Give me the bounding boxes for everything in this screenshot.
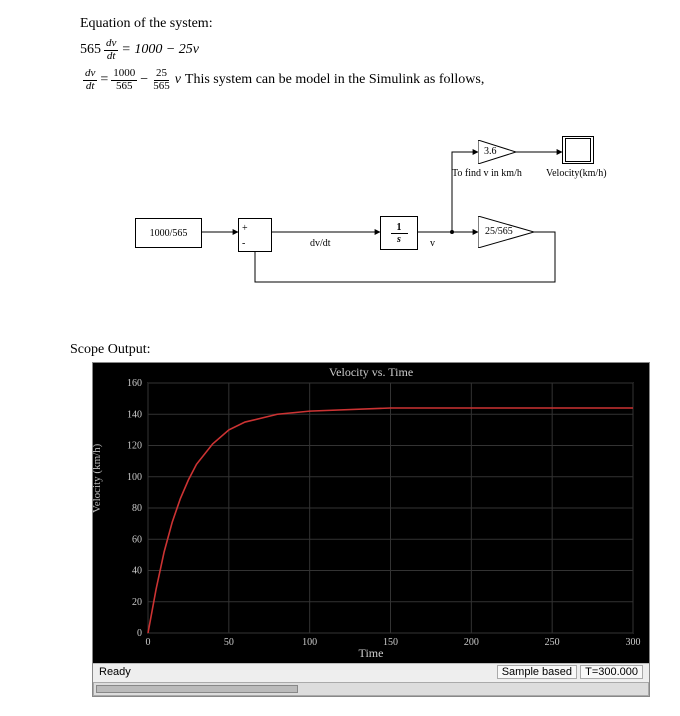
eq1-rhs: = 1000 − 25v bbox=[121, 42, 199, 58]
eq2-t2-num: 25 bbox=[154, 68, 169, 81]
block-scope bbox=[562, 136, 594, 164]
scope-plot-area: Velocity vs. Time Velocity (km/h) Time 0… bbox=[93, 363, 649, 663]
svg-text:0: 0 bbox=[146, 637, 151, 648]
svg-text:140: 140 bbox=[127, 409, 142, 420]
eq2-left-num: dv bbox=[83, 68, 97, 81]
svg-text:100: 100 bbox=[127, 472, 142, 483]
equation-2: dv dt = 1000 565 − 25 565 v This system … bbox=[80, 68, 660, 92]
integrator-num: 1 bbox=[391, 222, 408, 234]
eq1-frac-den: dt bbox=[105, 51, 118, 63]
eq2-left-den: dt bbox=[84, 81, 97, 93]
block-constant: 1000/565 bbox=[135, 218, 202, 248]
block-sum: + - bbox=[238, 218, 272, 252]
chart-svg: 0 20 40 60 80 100 120 140 160 0 50 100 150 200 250 300 bbox=[93, 363, 649, 663]
label-scope-name: Velocity(km/h) bbox=[546, 168, 607, 179]
eq1-coeff: 565 bbox=[80, 42, 101, 58]
equation-1: 565 dv dt = 1000 − 25v bbox=[80, 38, 660, 62]
svg-text:100: 100 bbox=[302, 637, 317, 648]
scope-window: Velocity vs. Time Velocity (km/h) Time 0… bbox=[92, 362, 650, 697]
eq1-frac-num: dv bbox=[104, 38, 118, 51]
svg-text:300: 300 bbox=[626, 637, 641, 648]
scope-output-heading: Scope Output: bbox=[70, 342, 660, 358]
eq2-t2-den: 565 bbox=[151, 81, 172, 93]
sum-plus: + bbox=[242, 223, 248, 234]
svg-text:80: 80 bbox=[132, 503, 142, 514]
svg-text:40: 40 bbox=[132, 566, 142, 577]
label-dvdt: dv/dt bbox=[310, 238, 331, 249]
eq2-equals: = bbox=[100, 72, 108, 88]
label-v: v bbox=[430, 238, 435, 249]
svg-text:20: 20 bbox=[132, 597, 142, 608]
eq2-t1-num: 1000 bbox=[111, 68, 137, 81]
svg-text:200: 200 bbox=[464, 637, 479, 648]
horizontal-scrollbar[interactable] bbox=[93, 682, 649, 696]
integrator-den: s bbox=[397, 234, 401, 245]
gain-fb-label: 25/565 bbox=[485, 226, 513, 237]
svg-text:150: 150 bbox=[383, 637, 398, 648]
eq2-minus: − bbox=[140, 72, 148, 88]
svg-text:50: 50 bbox=[224, 637, 234, 648]
status-ready: Ready bbox=[99, 666, 131, 678]
status-time: T=300.000 bbox=[580, 665, 643, 679]
equation-heading: Equation of the system: bbox=[80, 16, 660, 32]
svg-text:120: 120 bbox=[127, 441, 142, 452]
eq2-t1-den: 565 bbox=[114, 81, 135, 93]
label-find-kmh: To find v in km/h bbox=[452, 168, 522, 179]
block-integrator: 1 s bbox=[380, 216, 418, 250]
sum-minus: - bbox=[242, 238, 245, 249]
svg-text:0: 0 bbox=[137, 628, 142, 639]
svg-text:60: 60 bbox=[132, 534, 142, 545]
simulink-diagram: 1000/565 + - dv/dt 1 s v 25/565 3.6 To f… bbox=[80, 122, 640, 322]
svg-text:160: 160 bbox=[127, 378, 142, 389]
model-sentence: This system can be model in the Simulink… bbox=[185, 72, 484, 88]
status-sample: Sample based bbox=[497, 665, 577, 679]
eq2-v: v bbox=[175, 72, 181, 88]
scope-status-bar: Ready Sample based T=300.000 bbox=[93, 663, 649, 680]
gain-top-label: 3.6 bbox=[484, 146, 497, 157]
svg-text:250: 250 bbox=[545, 637, 560, 648]
